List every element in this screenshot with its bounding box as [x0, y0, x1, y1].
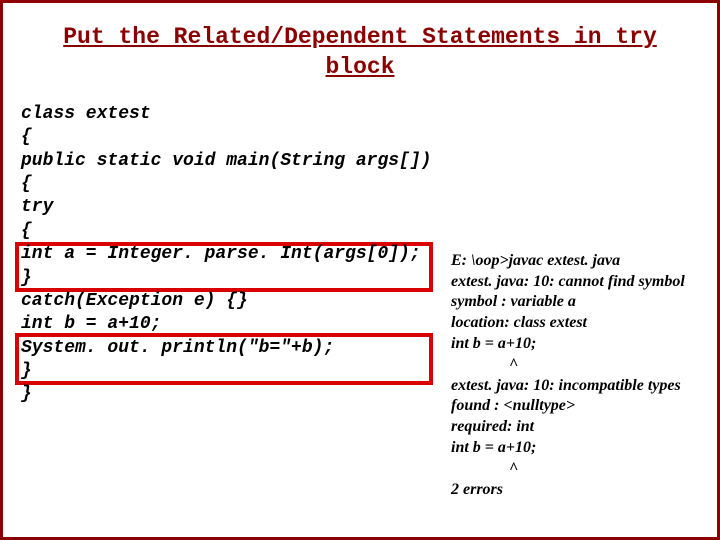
error-line: extest. java: 10: incompatible types — [451, 376, 693, 397]
code-line: int b = a+10; — [21, 314, 161, 334]
code-line: int a = Integer. parse. Int(args[0]); — [21, 244, 421, 264]
content-area: class extest { public static void main(S… — [21, 103, 699, 407]
code-line: class extest — [21, 104, 151, 124]
error-caret: ^ — [451, 459, 720, 480]
error-line: int b = a+10; — [451, 438, 693, 459]
code-line: try — [21, 197, 53, 217]
compiler-error-block: E: \oop>javac extest. java extest. java:… — [451, 251, 693, 501]
error-caret: ^ — [451, 355, 720, 376]
slide-frame: Put the Related/Dependent Statements in … — [0, 0, 720, 540]
error-line: int b = a+10; — [451, 334, 693, 355]
code-line: catch(Exception e) {} — [21, 291, 248, 311]
code-line: { — [21, 221, 32, 241]
error-line: required: int — [451, 417, 693, 438]
error-line: found : <nulltype> — [451, 396, 693, 417]
code-line: System. out. println("b="+b); — [21, 338, 334, 358]
code-line: } — [21, 361, 32, 381]
code-line: public static void main(String args[]) — [21, 151, 431, 171]
error-line: location: class extest — [451, 313, 693, 334]
code-line: } — [21, 268, 32, 288]
slide-title: Put the Related/Dependent Statements in … — [31, 23, 689, 83]
code-line: } — [21, 384, 32, 404]
code-line: { — [21, 174, 32, 194]
error-line: extest. java: 10: cannot find symbol — [451, 272, 693, 293]
code-line: { — [21, 127, 32, 147]
error-line: symbol : variable a — [451, 292, 693, 313]
error-line: 2 errors — [451, 480, 693, 501]
error-line: E: \oop>javac extest. java — [451, 251, 693, 272]
